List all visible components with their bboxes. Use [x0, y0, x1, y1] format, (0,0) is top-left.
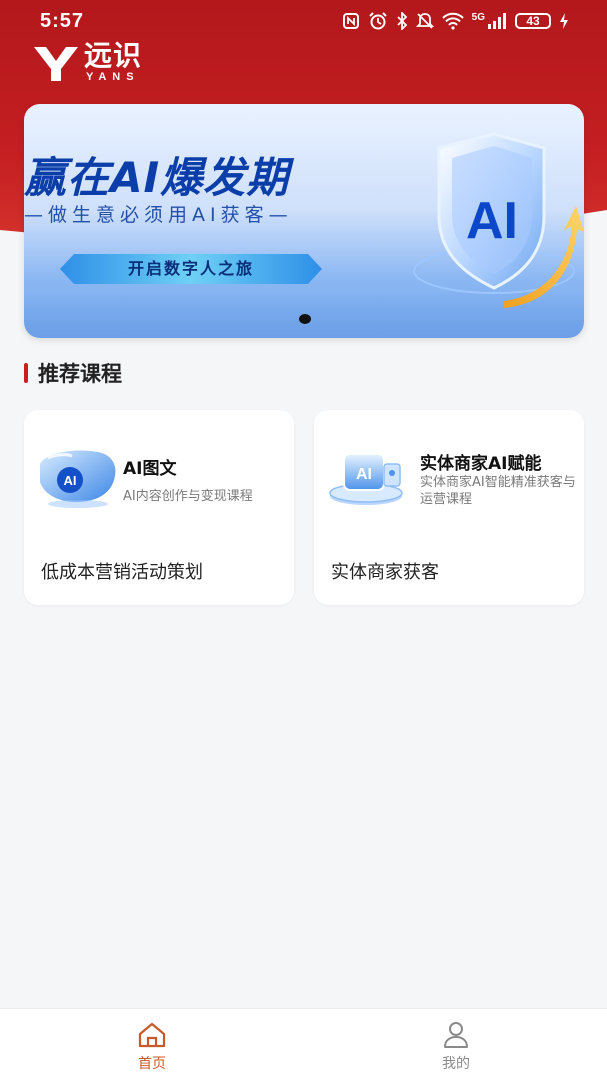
section-header: 推荐课程 — [24, 358, 122, 388]
banner-title: 赢在AI爆发期 — [24, 153, 290, 202]
course-caption: 实体商家获客 — [331, 562, 439, 583]
course-description: 实体商家AI智能精准获客与运营课程 — [420, 475, 576, 507]
course-title: 实体商家AI赋能 — [420, 454, 542, 474]
course-card-merchant-ai[interactable]: AI 实体商家AI赋能 实体商家AI智能精准获客与运营课程 实体商家获客 — [314, 410, 584, 605]
card-ai-badge-text: AI — [64, 473, 77, 488]
wifi-icon — [441, 12, 464, 30]
alarm-icon — [368, 12, 387, 30]
network-type-label: 5G — [471, 11, 485, 23]
course-card-ai-graphic[interactable]: AI AI图文 AI内容创作与变现课程 低成本营销活动策划 — [24, 410, 294, 605]
logo-english-text: YANS — [86, 71, 140, 83]
ai-shield-icon: AI — [413, 132, 584, 308]
charging-icon — [560, 13, 568, 29]
nav-label-mine: 我的 — [442, 1056, 470, 1072]
nav-item-mine[interactable]: 我的 — [416, 1021, 496, 1073]
user-icon — [444, 1022, 468, 1048]
home-icon — [138, 1022, 166, 1048]
shield-badge-text: AI — [466, 192, 518, 250]
logo-chinese-text: 远识 — [84, 39, 143, 72]
battery-indicator: 43 — [515, 13, 551, 29]
banner-subtitle: —做生意必须用AI获客— — [24, 204, 293, 226]
carousel-indicator-dot[interactable] — [299, 314, 311, 324]
nav-label-home: 首页 — [138, 1056, 166, 1072]
banner-cta-button[interactable]: 开启数字人之旅 — [60, 254, 322, 284]
section-title: 推荐课程 — [38, 362, 122, 386]
course-description: AI内容创作与变现课程 — [123, 489, 253, 504]
course-caption: 低成本营销活动策划 — [41, 562, 203, 583]
nfc-icon — [342, 13, 359, 29]
section-accent-bar — [24, 363, 28, 383]
course-title: AI图文 — [123, 459, 177, 479]
nav-item-home[interactable]: 首页 — [112, 1021, 192, 1073]
status-icons: 5G 43 — [342, 12, 569, 30]
mute-icon — [415, 13, 434, 29]
bluetooth-icon — [397, 12, 407, 30]
card-ai-badge-text-2: AI — [356, 466, 372, 483]
promo-banner[interactable]: 赢在AI爆发期 —做生意必须用AI获客— 开启数字人之旅 AI — [24, 104, 584, 338]
logo-y-icon — [34, 46, 78, 81]
status-time: 5:57 — [40, 10, 85, 32]
bottom-nav: 首页 我的 — [0, 1008, 607, 1081]
status-bar: 5:57 5G 43 — [0, 8, 607, 38]
ai-cube-icon: AI — [329, 453, 403, 505]
ai-glove-icon: AI — [40, 450, 116, 508]
app-logo: 远识 YANS — [34, 42, 142, 83]
signal-icon — [488, 13, 506, 29]
